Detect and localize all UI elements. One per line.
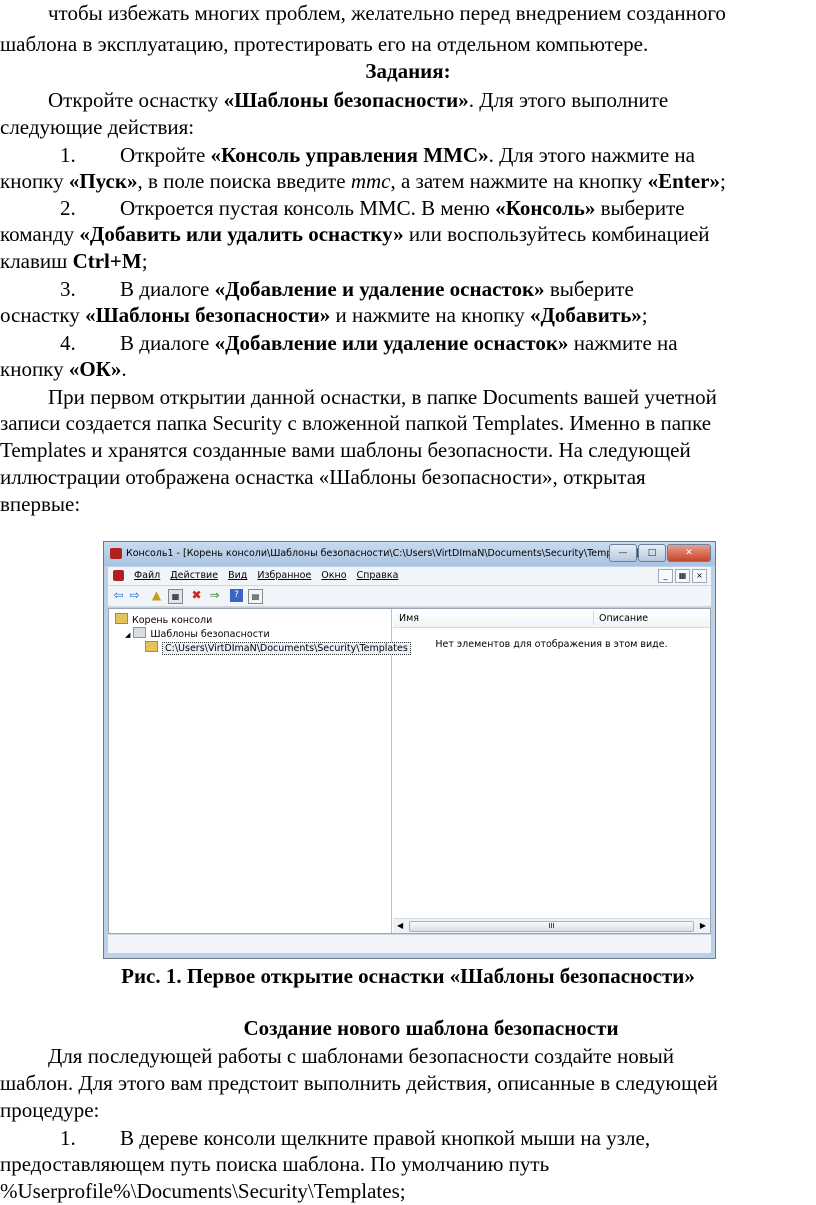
folder-icon: [145, 641, 158, 652]
scroll-thumb[interactable]: III: [409, 921, 694, 932]
help-icon[interactable]: ?: [230, 589, 243, 602]
mdi-restore-button[interactable]: ▦: [675, 569, 690, 583]
mdi-minimize-button[interactable]: _: [658, 569, 673, 583]
status-bar: [108, 934, 711, 953]
column-name[interactable]: Имя: [399, 613, 419, 624]
folder-icon: [115, 613, 128, 624]
open-para-line-1: Откройте оснастку «Шаблоны безопасности»…: [48, 88, 669, 112]
close-button[interactable]: ✕: [667, 544, 711, 562]
column-description[interactable]: Описание: [599, 613, 648, 624]
section-para-line-3: процедуре:: [0, 1098, 100, 1122]
step-1-number: 1.: [60, 143, 76, 167]
section-para-line-2: шаблон. Для этого вам предстоит выполнит…: [0, 1071, 718, 1095]
section-step-1-line-1: В дереве консоли щелкните правой кнопкой…: [120, 1126, 651, 1150]
menu-window[interactable]: Окно: [321, 570, 346, 581]
section-step-1-number: 1.: [60, 1126, 76, 1150]
open-para-line-2: следующие действия:: [0, 115, 195, 139]
section-heading: Создание нового шаблона безопасности: [243, 1016, 619, 1040]
step-2-line-3: клавиш Ctrl+M;: [0, 249, 148, 273]
export-list-icon[interactable]: ⇒: [208, 589, 221, 602]
scroll-right-icon[interactable]: ▶: [700, 921, 706, 930]
menubar: Файл Действие Вид Избранное Окно Справка…: [108, 567, 711, 586]
step-4-line-1: В диалоге «Добавление или удаление оснас…: [120, 331, 678, 355]
step-1-line-1: Откройте «Консоль управления MMC». Для э…: [120, 143, 695, 167]
first-open-line-4: иллюстрации отображена оснастка «Шаблоны…: [0, 465, 646, 489]
show-hide-tree-icon[interactable]: ▦: [168, 589, 183, 604]
first-open-line-3: Templates и хранятся созданные вами шабл…: [0, 438, 691, 462]
intro-line-2: шаблона в эксплуатацию, протестировать е…: [0, 32, 649, 56]
step-2-line-2: команду «Добавить или удалить оснастку» …: [0, 222, 710, 246]
console-panes: Корень консоли ◢ Шаблоны безопасности C:\…: [108, 608, 711, 934]
section-step-1-line-3: %Userprofile%\Documents\Security\Templat…: [0, 1179, 406, 1203]
step-4-number: 4.: [60, 331, 76, 355]
tasks-heading: Задания:: [365, 59, 451, 83]
console-tree-pane: Корень консоли ◢ Шаблоны безопасности C:\…: [109, 609, 411, 933]
menu-view[interactable]: Вид: [228, 570, 247, 581]
step-2-line-1: Откроется пустая консоль MMC. В меню «Ко…: [120, 196, 685, 220]
console-menu-icon[interactable]: [113, 570, 124, 581]
section-para-line-1: Для последующей работы с шаблонами безоп…: [48, 1044, 674, 1068]
minimize-button[interactable]: —: [609, 544, 637, 562]
step-3-number: 3.: [60, 277, 76, 301]
window-title: Консоль1 - [Корень консоли\Шаблоны безоп…: [126, 548, 640, 559]
up-folder-icon[interactable]: ▲: [150, 589, 163, 602]
step-4-line-2: кнопку «ОК».: [0, 357, 127, 381]
intro-line-1: чтобы избежать многих проблем, желательн…: [48, 1, 726, 25]
mmc-app-icon: [110, 548, 122, 559]
window-titlebar: Консоль1 - [Корень консоли\Шаблоны безоп…: [104, 542, 715, 566]
column-header: Имя Описание: [393, 609, 710, 628]
back-arrow-icon[interactable]: ⇦: [112, 589, 125, 602]
mdi-close-button[interactable]: ×: [692, 569, 707, 583]
first-open-line-2: записи создается папка Security с вложен…: [0, 411, 712, 435]
menu-file[interactable]: Файл: [134, 570, 160, 581]
forward-arrow-icon[interactable]: ⇨: [128, 589, 141, 602]
step-1-line-2: кнопку «Пуск», в поле поиска введите mmc…: [0, 169, 726, 193]
delete-icon[interactable]: ✖: [190, 589, 203, 602]
horizontal-scrollbar[interactable]: ◀ III ▶: [393, 918, 710, 933]
mmc-screenshot: Консоль1 - [Корень консоли\Шаблоны безоп…: [103, 541, 716, 959]
toolbar: ⇦ ⇨ ▲ ▦ ✖ ⇒ ? ▤: [108, 586, 711, 607]
step-3-line-2: оснастку «Шаблоны безопасности» и нажмит…: [0, 303, 648, 327]
folder-icon: [133, 627, 147, 638]
menu-help[interactable]: Справка: [357, 570, 399, 581]
scroll-left-icon[interactable]: ◀: [397, 921, 403, 930]
menu-favorites[interactable]: Избранное: [257, 570, 311, 581]
section-step-1-line-2: предоставляющем путь поиска шаблона. По …: [0, 1152, 550, 1176]
maximize-button[interactable]: □: [638, 544, 666, 562]
results-pane: Имя Описание Нет элементов для отображен…: [393, 609, 710, 933]
empty-view-message: Нет элементов для отображения в этом вид…: [435, 639, 668, 650]
step-3-line-1: В диалоге «Добавление и удаление оснасто…: [120, 277, 634, 301]
figure-caption: Рис. 1. Первое открытие оснастки «Шаблон…: [121, 964, 695, 988]
tree-item-root[interactable]: Корень консоли: [115, 613, 411, 627]
menu-action[interactable]: Действие: [170, 570, 218, 581]
first-open-line-5: впервые:: [0, 492, 81, 516]
tree-item-security-templates[interactable]: ◢ Шаблоны безопасности: [115, 627, 411, 641]
properties-icon[interactable]: ▤: [248, 589, 263, 604]
step-2-number: 2.: [60, 196, 76, 220]
tree-item-templates-path[interactable]: C:\Users\VirtDImaN\Documents\Security\Te…: [115, 641, 411, 655]
first-open-line-1: При первом открытии данной оснастки, в п…: [48, 385, 717, 409]
